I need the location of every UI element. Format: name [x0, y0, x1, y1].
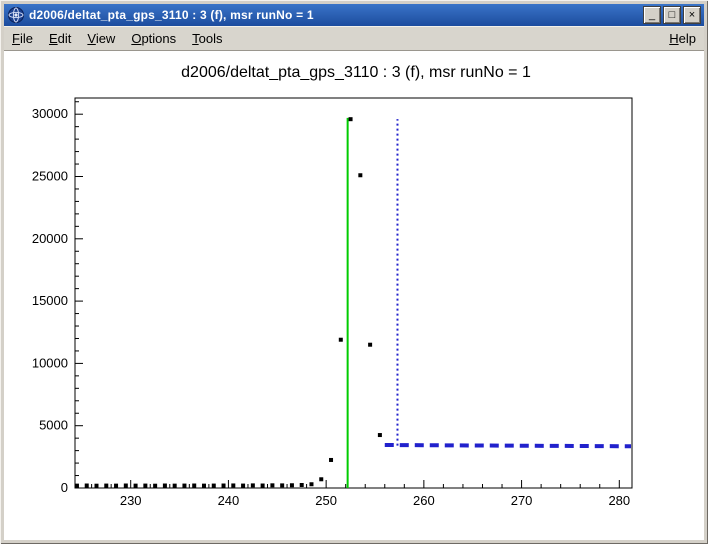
plot-frame — [75, 98, 632, 488]
data-point — [192, 484, 196, 488]
chart-title: d2006/deltat_pta_gps_3110 : 3 (f), msr r… — [181, 64, 531, 81]
data-point — [104, 484, 108, 488]
data-point — [94, 484, 98, 488]
data-point — [173, 484, 177, 488]
plot-canvas: d2006/deltat_pta_gps_3110 : 3 (f), msr r… — [4, 51, 704, 540]
data-point — [75, 484, 79, 488]
menubar: FileEditViewOptionsTools Help — [4, 26, 704, 51]
chart[interactable]: d2006/deltat_pta_gps_3110 : 3 (f), msr r… — [4, 51, 704, 540]
menubar-right: Help — [661, 31, 704, 46]
x-tick-label: 240 — [218, 493, 240, 508]
data-point — [143, 484, 147, 488]
data-point — [280, 483, 284, 487]
x-tick-label: 260 — [413, 493, 435, 508]
data-point — [261, 484, 265, 488]
menu-view[interactable]: View — [79, 28, 123, 49]
data-point — [290, 483, 294, 487]
x-tick-label: 250 — [315, 493, 337, 508]
data-point — [241, 484, 245, 488]
y-tick-label: 25000 — [32, 168, 68, 183]
data-point — [368, 343, 372, 347]
y-tick-label: 5000 — [39, 418, 68, 433]
background-level-fit — [385, 445, 631, 446]
menu-tools[interactable]: Tools — [184, 28, 230, 49]
x-tick-label: 280 — [608, 493, 630, 508]
data-point — [251, 483, 255, 487]
data-point — [124, 484, 128, 488]
data-point — [378, 433, 382, 437]
data-point — [339, 338, 343, 342]
data-point — [270, 483, 274, 487]
titlebar[interactable]: d2006/deltat_pta_gps_3110 : 3 (f), msr r… — [4, 4, 704, 26]
menu-help[interactable]: Help — [661, 28, 704, 49]
y-tick-label: 0 — [61, 480, 68, 495]
y-tick-label: 30000 — [32, 106, 68, 121]
y-tick-label: 10000 — [32, 355, 68, 370]
data-point — [114, 484, 118, 488]
data-point — [134, 484, 138, 488]
menu-edit[interactable]: Edit — [41, 28, 79, 49]
data-point — [309, 482, 313, 486]
data-point — [85, 484, 89, 488]
data-points — [75, 117, 382, 488]
data-point — [212, 484, 216, 488]
y-tick-label: 20000 — [32, 231, 68, 246]
menu-options[interactable]: Options — [123, 28, 184, 49]
data-point — [202, 484, 206, 488]
close-button[interactable]: × — [683, 6, 701, 24]
data-point — [182, 484, 186, 488]
menu-file[interactable]: File — [4, 28, 41, 49]
data-point — [319, 477, 323, 481]
data-point — [349, 117, 353, 121]
data-point — [153, 484, 157, 488]
y-tick-label: 15000 — [32, 293, 68, 308]
x-tick-label: 270 — [511, 493, 533, 508]
x-axis: 230 240 250 260 270 280 — [92, 480, 631, 508]
data-point — [163, 484, 167, 488]
maximize-button[interactable]: □ — [663, 6, 681, 24]
minimize-button[interactable]: _ — [643, 6, 661, 24]
data-point — [231, 483, 235, 487]
app-window: d2006/deltat_pta_gps_3110 : 3 (f), msr r… — [0, 0, 708, 544]
data-point — [300, 483, 304, 487]
window-title: d2006/deltat_pta_gps_3110 : 3 (f), msr r… — [29, 8, 643, 22]
menubar-left: FileEditViewOptionsTools — [4, 31, 231, 46]
data-point — [329, 458, 333, 462]
x-tick-label: 230 — [120, 493, 142, 508]
window-controls: _ □ × — [643, 6, 701, 24]
data-point — [222, 484, 226, 488]
app-icon — [8, 7, 24, 23]
data-point — [358, 173, 362, 177]
